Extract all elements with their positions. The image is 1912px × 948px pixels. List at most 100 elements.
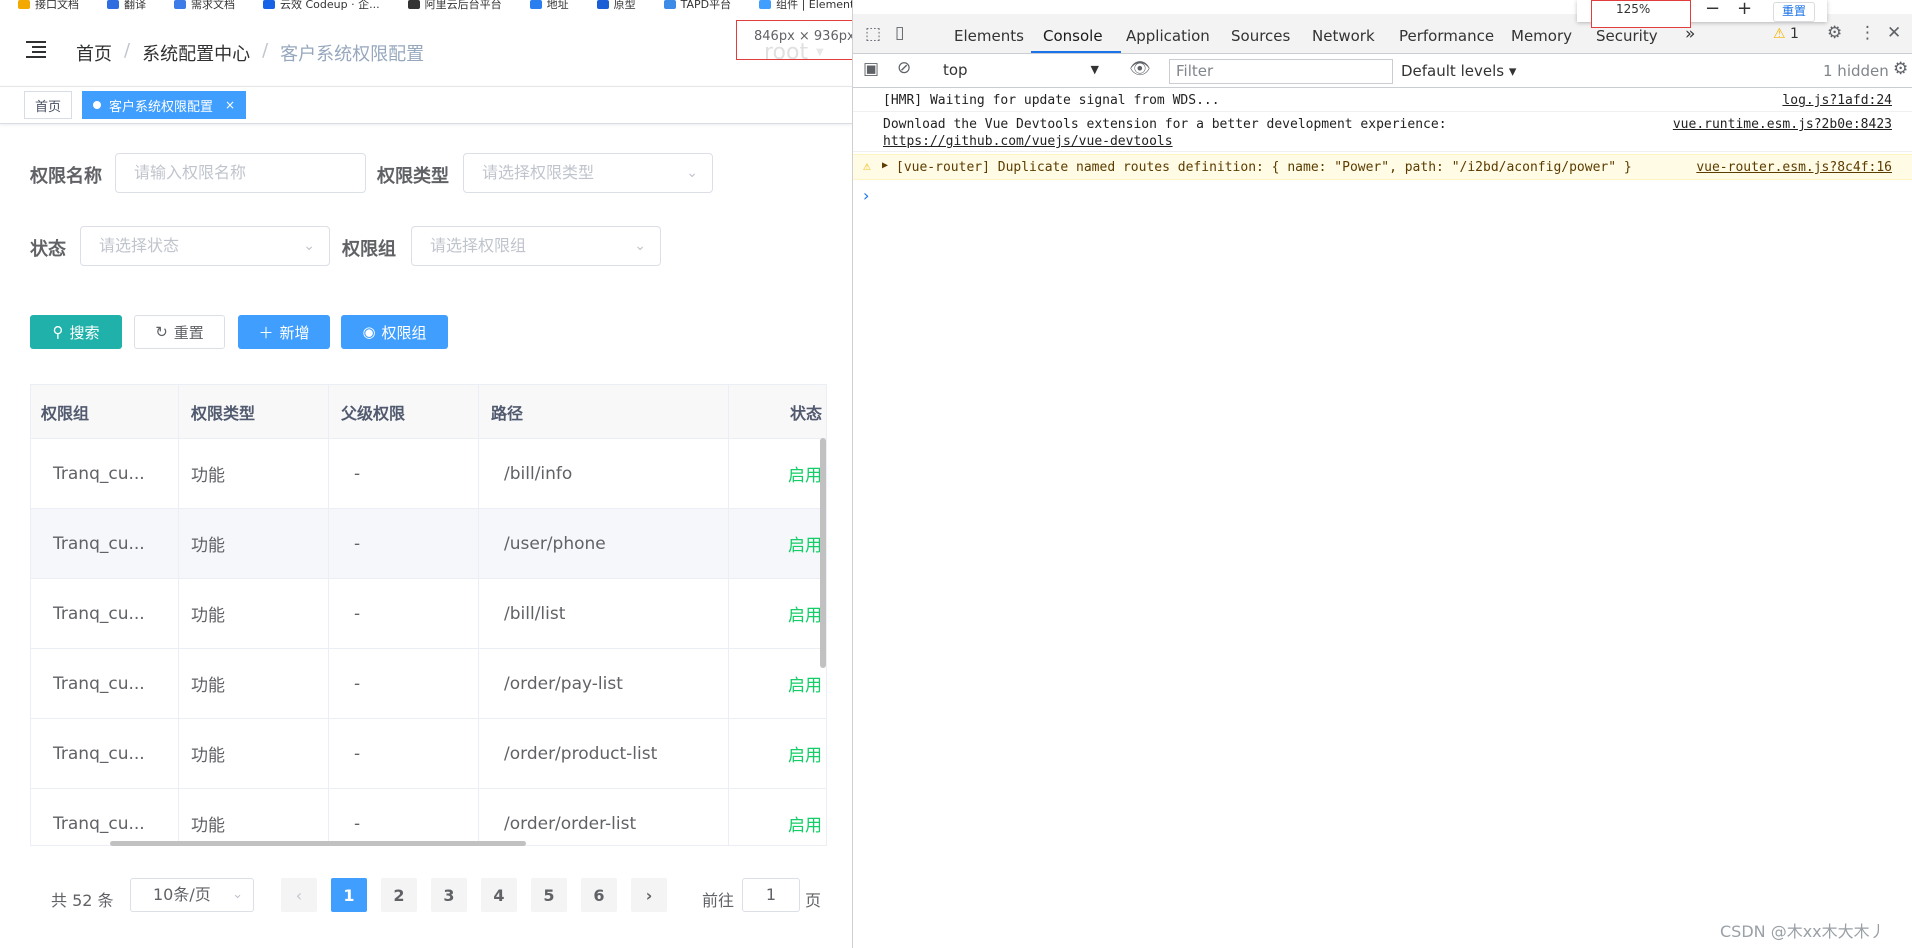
cell-status: 启用 [788, 466, 822, 486]
bookmark-item[interactable]: 云效 Codeup · 企... [263, 0, 380, 14]
permission-type-select[interactable]: 请选择权限类型 ⌄ [463, 153, 713, 193]
pagination: 共 52 条 10条/页 ⌄ ‹ 1 2 3 4 5 6 › 前往 1 页 [0, 878, 852, 914]
table-row[interactable]: Tranq_cu... 功能 - /bill/info 启用 [31, 439, 826, 509]
table-horizontal-scrollbar[interactable] [110, 841, 526, 846]
tab-elements[interactable]: Elements [954, 27, 1024, 45]
column-header-path[interactable]: 路径 [479, 385, 729, 438]
tag-current[interactable]: 客户系统权限配置 × [82, 91, 247, 119]
page-button-5[interactable]: 5 [531, 878, 567, 912]
reset-button[interactable]: ↻ 重置 [134, 315, 225, 349]
tab-network[interactable]: Network [1312, 27, 1375, 45]
bookmark-item[interactable]: 阿里云后台平台 [407, 0, 502, 14]
breadcrumb-item-home[interactable]: 首页 [76, 40, 112, 66]
eye-icon[interactable]: 👁 [1129, 59, 1151, 79]
console-prompt[interactable]: › [863, 186, 869, 205]
device-toolbar-icon[interactable]: ▯ [895, 23, 904, 43]
sidebar-toggle-icon[interactable]: ▣ [863, 59, 879, 79]
zoom-out-button[interactable]: − [1705, 0, 1720, 19]
breadcrumb: 首页 / 系统配置中心 / 客户系统权限配置 [76, 40, 424, 66]
active-dot-icon [93, 101, 101, 109]
chevron-down-icon: ⌄ [303, 238, 315, 254]
tab-console[interactable]: Console [1043, 27, 1103, 45]
zoom-in-button[interactable]: + [1737, 0, 1752, 19]
cell-group: Tranq_cu... [31, 439, 179, 508]
table-row[interactable]: Tranq_cu... 功能 - /user/phone 启用 [31, 509, 826, 579]
source-link[interactable]: vue.runtime.esm.js?2b0e:8423 [1673, 117, 1892, 132]
console-settings-icon[interactable]: ⚙ [1893, 59, 1908, 79]
source-link[interactable]: vue-router.esm.js?8c4f:16 [1696, 160, 1892, 175]
prev-page-button[interactable]: ‹ [281, 878, 317, 912]
settings-gear-icon[interactable]: ⚙ [1827, 23, 1842, 43]
bookmark-item[interactable]: TAPD平台 [663, 0, 731, 14]
inspect-element-icon[interactable]: ⬚ [865, 24, 881, 44]
table-row[interactable]: Tranq_cu... 功能 - /order/pay-list 启用 [31, 649, 826, 719]
breadcrumb-item-config-center[interactable]: 系统配置中心 [142, 40, 250, 66]
log-levels-select[interactable]: Default levels ▾ [1401, 62, 1516, 80]
expand-triangle-icon[interactable]: ▶ [882, 160, 888, 171]
hamburger-icon[interactable] [26, 41, 46, 59]
context-select[interactable]: top ▼ [935, 59, 1105, 83]
permission-group-button[interactable]: ◉ 权限组 [341, 315, 448, 349]
cell-status: 启用 [788, 606, 822, 626]
page-button-2[interactable]: 2 [381, 878, 417, 912]
table-row[interactable]: Tranq_cu... 功能 - /order/order-list 启用 [31, 789, 826, 845]
permission-group-select[interactable]: 请选择权限组 ⌄ [411, 226, 661, 266]
cell-parent: - [329, 509, 479, 578]
status-select[interactable]: 请选择状态 ⌄ [80, 226, 330, 266]
table-row[interactable]: Tranq_cu... 功能 - /order/product-list 启用 [31, 719, 826, 789]
close-devtools-icon[interactable]: ✕ [1887, 23, 1901, 43]
bookmark-item[interactable]: 地址 [529, 0, 569, 14]
search-button[interactable]: ⚲ 搜索 [30, 315, 122, 349]
column-header-type[interactable]: 权限类型 [179, 385, 329, 438]
hidden-count: 1 hidden [1823, 62, 1889, 80]
bookmark-icon [596, 0, 609, 9]
app-panel: 首页 / 系统配置中心 / 客户系统权限配置 root ▼ 846px × 93… [0, 14, 852, 948]
tab-sources[interactable]: Sources [1231, 27, 1290, 45]
bookmark-item[interactable]: 翻译 [107, 0, 146, 14]
tab-memory[interactable]: Memory [1511, 27, 1572, 45]
cell-path: /user/phone [479, 509, 729, 578]
caret-down-icon: ▼ [1090, 63, 1099, 76]
source-link[interactable]: log.js?1afd:24 [1782, 93, 1892, 108]
cell-path: /order/order-list [479, 789, 729, 845]
add-button[interactable]: ＋ 新增 [238, 315, 330, 349]
tag-home[interactable]: 首页 [24, 91, 73, 119]
bookmark-item[interactable]: 接口文档 [18, 0, 79, 14]
bookmark-icon [663, 0, 676, 9]
devtools-panel: ⬚ ▯ Elements Console Application Sources… [853, 0, 1912, 948]
column-header-status[interactable]: 状态 [729, 385, 826, 438]
page-button-1[interactable]: 1 [331, 878, 367, 912]
page-size-select[interactable]: 10条/页 ⌄ [130, 878, 254, 912]
bookmark-item[interactable]: 组件 | Element [759, 0, 854, 14]
clear-console-icon[interactable]: ⊘ [897, 58, 911, 78]
bookmark-icon [407, 0, 420, 9]
warning-counter[interactable]: ⚠ 1 [1773, 26, 1799, 42]
next-page-button[interactable]: › [631, 878, 667, 912]
zoom-level: 125% [1591, 0, 1691, 28]
tab-application[interactable]: Application [1126, 27, 1210, 45]
more-options-icon[interactable]: ⋮ [1859, 23, 1876, 43]
page-button-4[interactable]: 4 [481, 878, 517, 912]
table-vertical-scrollbar[interactable] [820, 438, 826, 668]
cell-parent: - [329, 439, 479, 508]
column-header-group[interactable]: 权限组 [31, 385, 179, 438]
permission-name-input[interactable]: 请输入权限名称 [115, 153, 366, 193]
cell-parent: - [329, 649, 479, 718]
bookmark-item[interactable]: 需求文档 [174, 0, 235, 14]
tab-security[interactable]: Security [1596, 27, 1658, 45]
filter-input[interactable]: Filter [1169, 59, 1393, 84]
page-button-3[interactable]: 3 [431, 878, 467, 912]
tab-performance[interactable]: Performance [1399, 27, 1494, 45]
goto-page-input[interactable]: 1 [742, 878, 800, 912]
cell-group: Tranq_cu... [31, 509, 179, 578]
column-header-parent[interactable]: 父级权限 [329, 385, 479, 438]
devtools-link[interactable]: https://github.com/vuejs/vue-devtools [883, 134, 1173, 149]
table-row[interactable]: Tranq_cu... 功能 - /bill/list 启用 [31, 579, 826, 649]
bookmark-item[interactable]: 原型 [596, 0, 636, 14]
close-icon[interactable]: × [225, 98, 235, 112]
console-message: Download the Vue Devtools extension for … [853, 112, 1912, 152]
page-button-6[interactable]: 6 [581, 878, 617, 912]
zoom-reset-button[interactable]: 重置 [1773, 2, 1815, 22]
status-label: 状态 [30, 239, 66, 260]
warning-icon: ⚠ [863, 159, 871, 174]
